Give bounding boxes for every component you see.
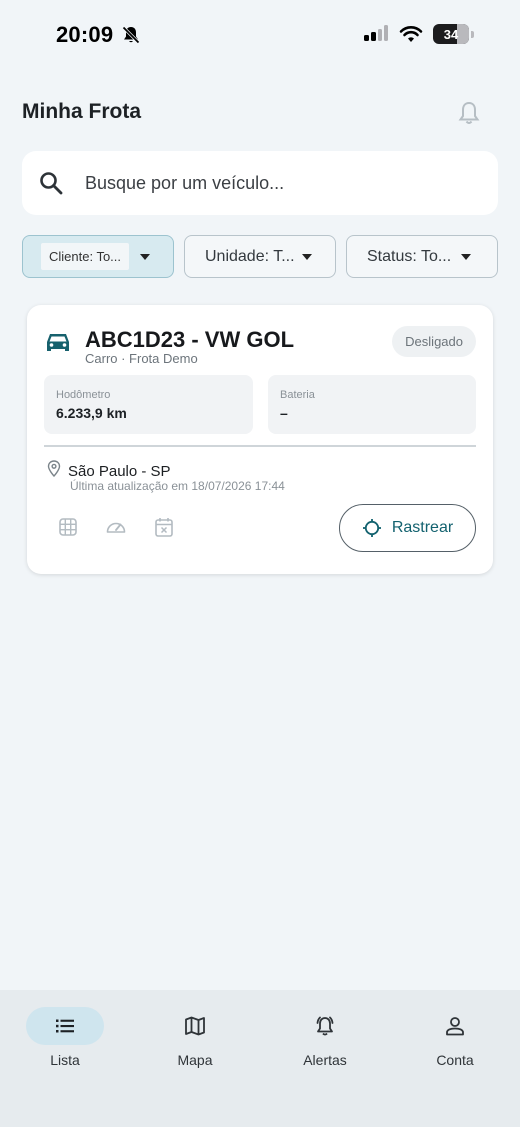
card-divider [44,445,476,447]
nav-label-mapa: Mapa [177,1052,213,1068]
vehicle-subtitle: Carro · Frota Demo [85,351,198,366]
person-icon [446,1017,464,1036]
speedometer-icon[interactable] [105,516,127,538]
odometer-metric: Hodômetro 6.233,9 km [44,375,253,434]
nav-item-alertas[interactable]: Alertas [260,1007,390,1077]
odometer-label: Hodômetro [56,389,111,401]
battery-level: 34 [443,26,459,42]
battery-value: – [280,405,288,421]
status-bar: 20:09 34 [0,0,520,70]
status-badge: Desligado [392,326,476,357]
vehicle-card[interactable]: ABC1D23 - VW GOL Carro · Frota Demo Desl… [27,305,493,574]
filter-status[interactable]: Status: To... [346,235,498,278]
chevron-down-icon [140,253,151,260]
chevron-down-icon [461,253,472,260]
filter-cliente-label: Cliente: To... [41,243,130,270]
search-bar[interactable] [22,151,498,215]
notifications-bell-icon[interactable] [456,100,482,126]
nav-label-lista: Lista [50,1052,80,1068]
last-update-text: Última atualização em 18/07/2026 17:44 [70,479,285,493]
map-icon [185,1016,205,1036]
nav-label-conta: Conta [436,1052,474,1068]
nav-label-alertas: Alertas [303,1052,347,1068]
grid-icon[interactable] [57,516,79,538]
vehicle-title: ABC1D23 - VW GOL [85,327,295,352]
cellular-signal-icon [364,25,388,41]
nav-item-lista[interactable]: Lista [0,1007,130,1077]
filter-cliente[interactable]: Cliente: To... [22,235,174,278]
wifi-icon [399,26,423,42]
chevron-down-icon [301,253,312,260]
filter-status-label: Status: To... [367,247,452,265]
location-text: São Paulo - SP [68,463,171,480]
bottom-navigation: Lista Mapa Alertas Conta [0,990,520,1127]
battery-indicator: 34 [433,24,469,44]
filter-unidade[interactable]: Unidade: T... [184,235,336,278]
page-title: Minha Frota [22,100,141,123]
nav-active-indicator [26,1007,104,1045]
search-icon [40,172,63,195]
filter-unidade-label: Unidade: T... [205,247,295,265]
battery-tip [471,30,474,38]
status-indicators: 34 [363,24,474,44]
list-icon [56,1019,74,1033]
track-button[interactable]: Rastrear [339,504,476,552]
calendar-x-icon[interactable] [153,516,175,538]
odometer-value: 6.233,9 km [56,405,127,421]
track-button-label: Rastrear [391,519,454,536]
crosshair-icon [362,519,381,537]
search-input[interactable] [85,172,465,194]
battery-metric: Bateria – [268,375,476,434]
status-time: 20:09 [56,22,114,47]
nav-item-mapa[interactable]: Mapa [130,1007,260,1077]
location-pin-icon [47,460,61,477]
bell-off-icon [122,26,140,44]
nav-item-conta[interactable]: Conta [390,1007,520,1077]
battery-label: Bateria [280,389,315,401]
alert-bell-icon [316,1016,334,1036]
car-icon [47,334,69,351]
